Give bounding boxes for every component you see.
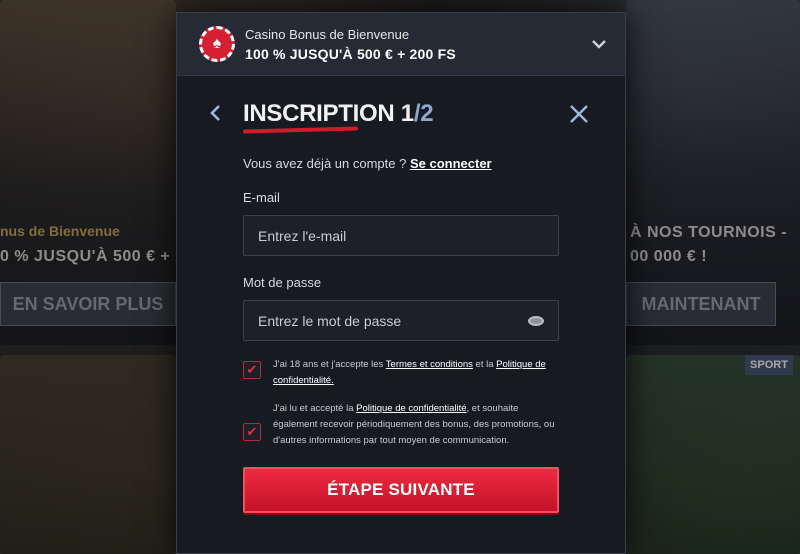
consent-marketing-row: ✔ J'ai lu et accepté la Politique de con… bbox=[243, 401, 559, 449]
page: nus de Bienvenue 0 % JUSQU'À 500 € + 200… bbox=[0, 0, 800, 554]
consent-marketing-text: J'ai lu et accepté la Politique de confi… bbox=[273, 401, 559, 449]
registration-modal: ♠ Casino Bonus de Bienvenue 100 % JUSQU'… bbox=[176, 12, 626, 554]
registration-form: Vous avez déjà un compte ? Se connecter … bbox=[177, 156, 625, 513]
consent-terms-text: J'ai 18 ans et j'accepte les Termes et c… bbox=[273, 357, 559, 389]
next-step-button[interactable]: ÉTAPE SUIVANTE bbox=[243, 467, 559, 513]
password-label: Mot de passe bbox=[243, 275, 322, 290]
email-field-wrapper bbox=[243, 215, 559, 256]
consent-terms-text-before: J'ai 18 ans et j'accepte les bbox=[273, 359, 386, 370]
title-text: INSCRIPTION bbox=[243, 100, 395, 127]
terms-link[interactable]: Termes et conditions bbox=[386, 359, 473, 370]
consent-terms-checkbox[interactable]: ✔ bbox=[243, 361, 261, 379]
bonus-offer: 100 % JUSQU'À 500 € + 200 FS bbox=[245, 45, 456, 62]
chevron-down-icon[interactable] bbox=[587, 32, 611, 56]
chevron-left-icon[interactable] bbox=[209, 104, 227, 126]
email-field[interactable] bbox=[258, 227, 544, 244]
consent-marketing-checkbox[interactable]: ✔ bbox=[243, 423, 261, 441]
step-current: 1 bbox=[400, 100, 414, 127]
consent-marketing-text-before: J'ai lu et accepté la bbox=[273, 403, 357, 414]
page-title: INSCRIPTION 1/2 bbox=[243, 100, 434, 128]
consent-terms-text-mid: et la bbox=[472, 359, 497, 370]
login-link[interactable]: Se connecter bbox=[410, 156, 492, 171]
casino-chip-icon: ♠ bbox=[199, 26, 235, 62]
modal-header: INSCRIPTION 1/2 bbox=[177, 76, 625, 146]
password-field-wrapper bbox=[243, 300, 559, 341]
login-prompt: Vous avez déjà un compte ? bbox=[243, 156, 407, 171]
eye-icon[interactable] bbox=[528, 315, 544, 326]
bonus-title: Casino Bonus de Bienvenue bbox=[245, 26, 410, 42]
privacy-link-2[interactable]: Politique de confidentialité bbox=[356, 403, 466, 414]
consent-terms-row: ✔ J'ai 18 ans et j'accepte les Termes et… bbox=[243, 357, 559, 389]
login-prompt-line: Vous avez déjà un compte ? Se connecter bbox=[243, 156, 559, 171]
bonus-text: Casino Bonus de Bienvenue 100 % JUSQU'À … bbox=[245, 27, 587, 62]
close-icon[interactable] bbox=[569, 104, 591, 126]
step-total: /2 bbox=[413, 100, 434, 127]
bonus-selector[interactable]: ♠ Casino Bonus de Bienvenue 100 % JUSQU'… bbox=[177, 13, 625, 76]
email-label: E-mail bbox=[243, 190, 280, 205]
password-field[interactable] bbox=[258, 312, 528, 329]
